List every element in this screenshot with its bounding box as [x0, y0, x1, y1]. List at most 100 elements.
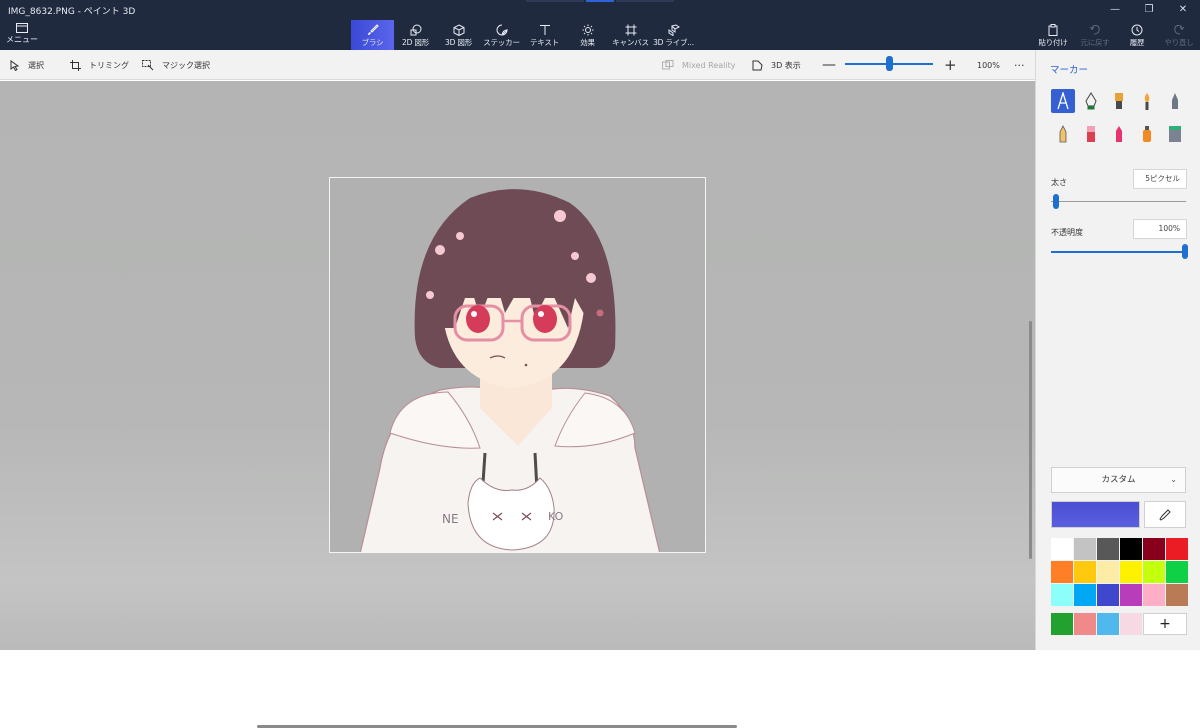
- magic-select-button[interactable]: マジック選択: [142, 50, 210, 80]
- color-swatch[interactable]: [1143, 538, 1165, 560]
- color-swatch[interactable]: [1074, 584, 1096, 606]
- brush-calligraphy[interactable]: [1079, 89, 1103, 113]
- color-swatch[interactable]: [1051, 584, 1073, 606]
- tool-canvas[interactable]: キャンバス: [609, 20, 652, 50]
- select-label: 選択: [28, 60, 44, 70]
- main-tools: ブラシ 2D 図形 3D 図形 ステッカー テキスト 効果 キャンバス 3D ラ…: [351, 20, 695, 50]
- chevron-down-icon: ⌄: [1170, 475, 1177, 484]
- tool-3d-shapes[interactable]: 3D 図形: [437, 20, 480, 50]
- magic-select-label: マジック選択: [162, 60, 210, 70]
- view-3d-button[interactable]: 3D 表示: [752, 50, 801, 80]
- history-button[interactable]: 履歴: [1116, 20, 1158, 50]
- color-swatch[interactable]: [1120, 561, 1142, 583]
- color-swatch[interactable]: [1120, 584, 1142, 606]
- menu-label: メニュー: [6, 35, 38, 44]
- tool-stickers[interactable]: ステッカー: [480, 20, 523, 50]
- view-3d-label: 3D 表示: [771, 60, 801, 70]
- artwork-girl-illustration: NE KO: [359, 189, 661, 552]
- eyedropper-button[interactable]: [1144, 501, 1186, 528]
- more-icon: ···: [1014, 58, 1025, 72]
- color-mode-dropdown[interactable]: カスタム ⌄: [1051, 467, 1186, 493]
- menu-button[interactable]: メニュー: [4, 20, 40, 48]
- tool-text[interactable]: テキスト: [523, 20, 566, 50]
- color-swatch[interactable]: [1143, 584, 1165, 606]
- brush-marker[interactable]: [1051, 89, 1075, 113]
- mixed-reality-label: Mixed Reality: [682, 60, 736, 70]
- brush-pixel-pen[interactable]: [1163, 89, 1187, 113]
- zoom-slider-thumb[interactable]: [886, 56, 893, 71]
- custom-color-swatch[interactable]: [1097, 613, 1119, 635]
- canvas-image[interactable]: NE KO: [329, 177, 706, 553]
- select-button[interactable]: 選択: [10, 50, 44, 80]
- sun-icon: [582, 24, 593, 36]
- tool-label: キャンバス: [612, 38, 649, 47]
- tool-label: 2D 図形: [402, 38, 429, 47]
- close-icon[interactable]: ✕: [1166, 0, 1200, 20]
- oil-brush-icon: [1115, 93, 1123, 109]
- color-swatch[interactable]: [1051, 561, 1073, 583]
- zoom-in-button[interactable]: +: [944, 50, 957, 80]
- color-swatch[interactable]: [1051, 538, 1073, 560]
- zoom-out-button[interactable]: —: [822, 50, 836, 80]
- cube-icon: [453, 24, 464, 36]
- plus-icon: +: [944, 56, 957, 74]
- color-swatch[interactable]: [1166, 538, 1188, 560]
- tool-2d-shapes[interactable]: 2D 図形: [394, 20, 437, 50]
- tool-brush[interactable]: ブラシ: [351, 20, 394, 50]
- eraser-icon: [1087, 126, 1095, 142]
- cursor-icon: [10, 59, 20, 71]
- current-color-swatch[interactable]: [1051, 501, 1140, 528]
- thickness-slider-thumb[interactable]: [1053, 194, 1060, 209]
- undo-button[interactable]: 元に戻す: [1074, 20, 1116, 50]
- tab-accent-right: [616, 0, 674, 2]
- custom-color-swatch[interactable]: [1120, 613, 1142, 635]
- brush-icon: [367, 24, 379, 35]
- brush-fill[interactable]: [1163, 122, 1187, 146]
- opacity-input[interactable]: 100%: [1133, 219, 1187, 239]
- crop-label: トリミング: [89, 60, 129, 70]
- zoom-value[interactable]: 100%: [977, 50, 1000, 80]
- brush-watercolor[interactable]: [1135, 89, 1159, 113]
- color-swatch[interactable]: [1074, 561, 1096, 583]
- thickness-slider[interactable]: [1051, 201, 1186, 202]
- paste-button[interactable]: 貼り付け: [1032, 20, 1074, 50]
- window-controls: — ❐ ✕: [1098, 0, 1200, 20]
- redo-button[interactable]: やり直し: [1158, 20, 1200, 50]
- color-swatch[interactable]: [1166, 584, 1188, 606]
- brush-eraser[interactable]: [1079, 122, 1103, 146]
- color-swatch[interactable]: [1166, 561, 1188, 583]
- color-swatch[interactable]: [1074, 538, 1096, 560]
- crop-button[interactable]: トリミング: [70, 50, 129, 80]
- svg-text:KO: KO: [548, 510, 564, 523]
- command-label: やり直し: [1164, 38, 1194, 47]
- mixed-reality-icon: [662, 59, 674, 69]
- minimize-icon[interactable]: —: [1098, 0, 1132, 20]
- add-color-button[interactable]: +: [1143, 613, 1187, 635]
- tool-3d-library[interactable]: 3D ライブ...: [652, 20, 695, 50]
- brush-pencil[interactable]: [1051, 122, 1075, 146]
- crayon-icon: [1116, 126, 1122, 142]
- opacity-slider[interactable]: [1051, 251, 1186, 253]
- color-swatch[interactable]: [1143, 561, 1165, 583]
- more-button[interactable]: ···: [1014, 50, 1025, 80]
- brush-oil[interactable]: [1107, 89, 1131, 113]
- custom-colors: +: [1051, 613, 1187, 635]
- opacity-slider-thumb[interactable]: [1182, 244, 1188, 259]
- tool-label: ステッカー: [483, 38, 520, 47]
- command-label: 貼り付け: [1038, 38, 1068, 47]
- color-swatch[interactable]: [1097, 584, 1119, 606]
- brush-spray[interactable]: [1135, 122, 1159, 146]
- library-icon: [668, 24, 680, 36]
- window-title: IMG_8632.PNG - ペイント 3D: [8, 7, 136, 17]
- brush-crayon[interactable]: [1107, 122, 1131, 146]
- custom-color-swatch[interactable]: [1074, 613, 1096, 635]
- tool-effects[interactable]: 効果: [566, 20, 609, 50]
- vertical-scrollbar[interactable]: [1029, 321, 1032, 559]
- color-swatch[interactable]: [1097, 561, 1119, 583]
- color-swatch[interactable]: [1120, 538, 1142, 560]
- restore-icon[interactable]: ❐: [1132, 0, 1166, 20]
- color-swatch[interactable]: [1097, 538, 1119, 560]
- thickness-input[interactable]: 5ピクセル: [1133, 169, 1187, 189]
- custom-color-swatch[interactable]: [1051, 613, 1073, 635]
- mixed-reality-button[interactable]: Mixed Reality: [662, 50, 736, 80]
